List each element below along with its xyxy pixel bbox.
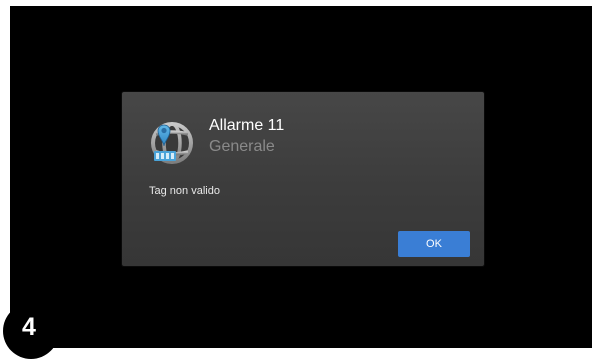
globe-location-pin-icon: [142, 111, 198, 167]
frame: Allarme 11 Generale Tag non valido OK 4: [0, 0, 595, 359]
alarm-dialog: Allarme 11 Generale Tag non valido OK: [122, 92, 484, 266]
dialog-title: Allarme 11: [209, 117, 285, 134]
ok-button[interactable]: OK: [398, 231, 470, 257]
dialog-message: Tag non valido: [149, 185, 220, 197]
dialog-subtitle: Generale: [209, 138, 275, 155]
device-screen: Allarme 11 Generale Tag non valido OK: [10, 6, 592, 348]
